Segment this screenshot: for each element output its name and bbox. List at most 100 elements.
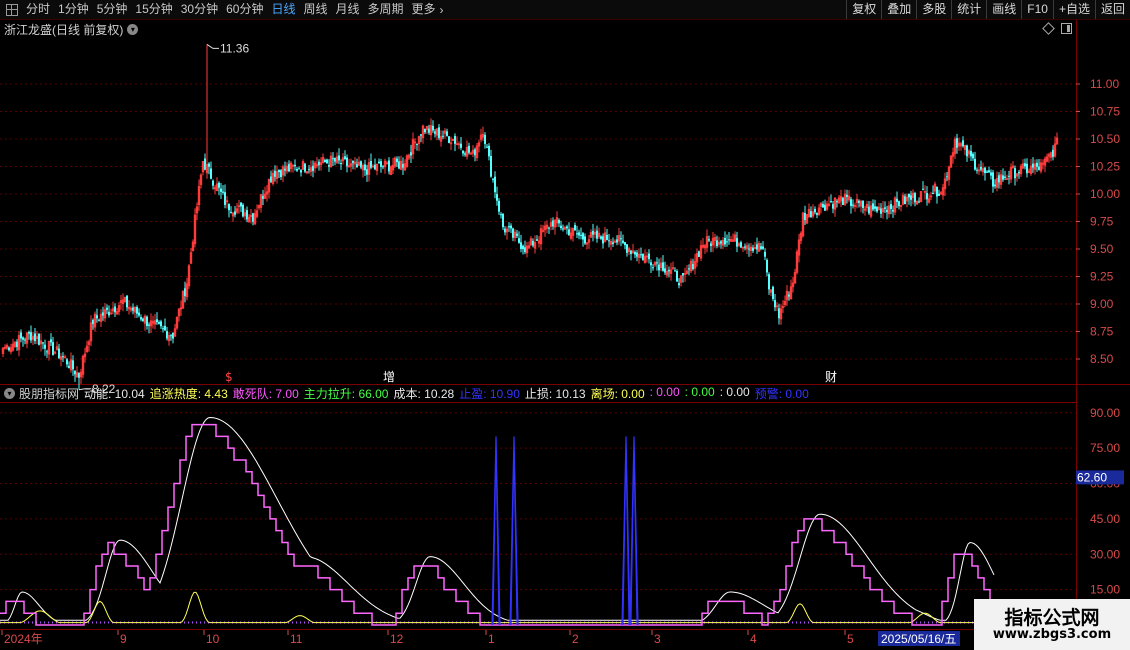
candle-body	[904, 196, 906, 205]
indicator-axis: 90.0075.0060.0045.0030.0015.0062.60	[1076, 406, 1124, 597]
tab-period[interactable]: 月线	[332, 0, 364, 19]
candle-body	[674, 270, 676, 272]
candle-body	[274, 170, 276, 177]
candle-body	[708, 239, 710, 241]
candle-body	[1036, 162, 1038, 167]
candle-body	[648, 253, 650, 260]
tab-period[interactable]: 15分钟	[131, 0, 176, 19]
toolbar-button[interactable]: 复权	[846, 0, 881, 19]
tab-period[interactable]: 30分钟	[177, 0, 222, 19]
watermark-line1: 指标公式网	[1004, 607, 1100, 629]
tab-period[interactable]: 多周期	[364, 0, 408, 19]
price-axis: 11.00 10.75 10.50 10.25 10.00 9.75 9.50 9.25 9.0…	[1076, 77, 1120, 366]
layout-grid-icon[interactable]	[6, 3, 18, 16]
candle-body	[760, 246, 762, 249]
candle-body	[312, 165, 314, 171]
candle-body	[28, 331, 30, 334]
candle-body	[698, 251, 700, 257]
candle-body	[1014, 168, 1016, 179]
candle-body	[280, 170, 282, 178]
candle-body	[490, 155, 492, 177]
toolbar-button[interactable]: 多股	[916, 0, 951, 19]
toolbar-button[interactable]: 叠加	[881, 0, 916, 19]
panel-toggle-icon[interactable]	[1061, 23, 1072, 34]
candle-body	[162, 328, 164, 330]
tab-period[interactable]: 周线	[299, 0, 331, 19]
toolbar-button[interactable]: 画线	[986, 0, 1021, 19]
candle-body	[580, 234, 582, 236]
price-tick-label: 10.50	[1090, 132, 1120, 146]
candle-body	[30, 332, 32, 341]
candle-body	[574, 225, 576, 231]
candle-body	[832, 204, 834, 209]
candle-body	[294, 164, 296, 167]
candle-body	[464, 153, 466, 155]
candle-body	[658, 264, 660, 271]
candle-body	[946, 176, 948, 178]
date-label: 2024年	[4, 632, 43, 646]
candle-body	[532, 240, 534, 246]
chevron-down-icon[interactable]: ▾	[127, 23, 139, 35]
candle-body	[884, 207, 886, 209]
candle-body	[956, 138, 958, 148]
event-mark: 财	[825, 370, 837, 384]
candle-body	[886, 209, 888, 213]
candle-body	[212, 180, 214, 186]
candle-body	[516, 233, 518, 236]
candle-body	[324, 160, 326, 163]
candle-body	[158, 321, 160, 324]
tab-period[interactable]: 60分钟	[222, 0, 267, 19]
event-mark: 增	[383, 370, 395, 384]
tab-period[interactable]: 日线	[267, 0, 299, 19]
candle-body	[1032, 163, 1034, 168]
candle-body	[890, 204, 892, 209]
candle-body	[454, 135, 456, 144]
candle-body	[220, 188, 222, 192]
toolbar-button[interactable]: 统计	[951, 0, 986, 19]
toolbar-button[interactable]: F10	[1021, 0, 1053, 19]
diamond-icon[interactable]	[1042, 22, 1055, 35]
tab-period[interactable]: 5分钟	[93, 0, 132, 19]
candle-body	[736, 238, 738, 247]
chevron-right-icon[interactable]: ›	[440, 3, 444, 17]
candle-body	[756, 244, 758, 250]
candle-body	[552, 220, 554, 227]
date-label: 5	[847, 632, 854, 646]
panel-controls	[1042, 22, 1072, 35]
candle-body	[92, 319, 94, 324]
candle-body	[338, 155, 340, 161]
candle-body	[38, 333, 40, 345]
candle-body	[16, 341, 18, 347]
tab-period[interactable]: 分时	[22, 0, 54, 19]
watermark: 指标公式网 www.zbgs3.com	[974, 599, 1130, 650]
tab-period[interactable]: 1分钟	[54, 0, 93, 19]
candle-body	[184, 288, 186, 297]
candle-body	[862, 200, 864, 208]
candle-body	[142, 318, 144, 322]
candle-body	[522, 245, 524, 250]
stock-title: 浙江龙盛(日线 前复权)	[4, 22, 124, 37]
candle-body	[374, 164, 376, 170]
candle-body	[44, 344, 46, 349]
candle-body	[778, 308, 780, 319]
indicator-tick-label: 75.00	[1090, 441, 1120, 455]
chevron-down-icon[interactable]: ▾	[4, 388, 15, 399]
candle-body	[518, 238, 520, 243]
candle-body	[52, 342, 54, 355]
candle-body	[356, 164, 358, 168]
tab-period[interactable]: 更多	[408, 0, 440, 19]
toolbar-button[interactable]: 返回	[1094, 0, 1130, 19]
candle-body	[892, 209, 894, 212]
price-tick-label: 10.00	[1090, 187, 1120, 201]
candle-body	[460, 143, 462, 148]
candle-body	[1004, 176, 1006, 178]
candle-body	[678, 283, 680, 286]
watermark-line2: www.zbgs3.com	[992, 627, 1112, 642]
candle-body	[634, 251, 636, 255]
candle-body	[74, 371, 76, 375]
toolbar-button[interactable]: +自选	[1052, 0, 1095, 19]
candle-body	[334, 157, 336, 162]
indicator-tick-label: 90.00	[1090, 406, 1120, 420]
candle-body	[908, 193, 910, 198]
candle-body	[228, 203, 230, 211]
